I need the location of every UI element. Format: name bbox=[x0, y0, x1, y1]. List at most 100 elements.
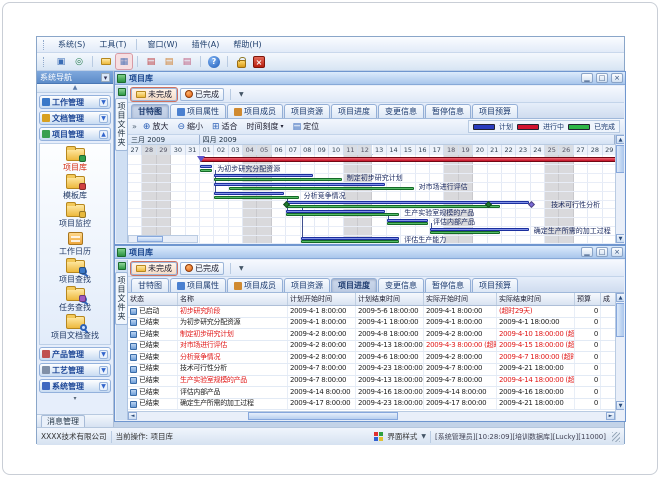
column-header-计划结束时间[interactable]: 计划结束时间 bbox=[356, 293, 424, 305]
chevron-down-icon[interactable]: ▼ bbox=[421, 433, 426, 440]
gantt-window-titlebar[interactable]: 项目库 ▁ □ × bbox=[115, 72, 625, 85]
exit-icon[interactable]: × bbox=[251, 54, 267, 69]
overflow-chevron-icon[interactable]: » bbox=[132, 122, 137, 131]
sidebar-collapse-button[interactable]: ▲ bbox=[37, 84, 113, 93]
filter-more-button[interactable]: ▼ bbox=[239, 91, 244, 98]
tab-project-folder[interactable]: 项目文件夹 bbox=[115, 272, 128, 325]
tab-项目预算[interactable]: 项目预算 bbox=[472, 104, 518, 118]
table-window-titlebar[interactable]: 项目库 ▁ □ × bbox=[115, 246, 625, 259]
table-row[interactable]: 已结束确定生产所需的加工过程2009-4-17 8:00:002009-4-23… bbox=[128, 399, 615, 411]
tool-定位[interactable]: ▤定位 bbox=[290, 120, 323, 133]
tab-project-folder[interactable]: 项目文件夹 bbox=[115, 98, 128, 151]
menubar-grip[interactable] bbox=[43, 40, 46, 50]
tab-变更信息[interactable]: 变更信息 bbox=[378, 278, 424, 292]
table-row[interactable]: 已结束评估内部产品2009-4-14 8:00:002009-4-16 18:0… bbox=[128, 387, 615, 399]
gantt-bar-actual[interactable] bbox=[229, 187, 414, 190]
chevron-down-icon[interactable]: ▼ bbox=[99, 382, 108, 391]
sidebar-group-1[interactable]: 工作管理▼ bbox=[39, 95, 111, 109]
gantt-horizontal-scrollbar[interactable] bbox=[128, 235, 198, 243]
column-header-成[interactable]: 成 bbox=[601, 293, 615, 305]
report-red-icon[interactable]: ▤ bbox=[143, 54, 159, 69]
menu-item-3[interactable]: 窗口(W) bbox=[140, 38, 184, 51]
sidebar-item-3[interactable]: 项目监控 bbox=[40, 203, 110, 230]
gantt-bar-actual[interactable] bbox=[286, 213, 399, 216]
close-button[interactable]: × bbox=[611, 247, 623, 257]
filter-未完成[interactable]: 未完成 bbox=[131, 262, 177, 275]
sidebar-item-5[interactable]: 项目查找 bbox=[40, 259, 110, 286]
table-row[interactable]: 已结束制定初步研究计划2009-4-2 8:00:002009-4-8 18:0… bbox=[128, 329, 615, 341]
filter-未完成[interactable]: 未完成 bbox=[131, 88, 177, 101]
chevron-down-icon[interactable]: ▼ bbox=[99, 350, 108, 359]
tab-项目成员[interactable]: 项目成员 bbox=[227, 104, 283, 118]
filter-已完成[interactable]: 已完成 bbox=[180, 262, 224, 275]
sidebar-group-3[interactable]: 项目管理▲ bbox=[39, 127, 111, 141]
table-row[interactable]: 已结束对市场进行评估2009-4-2 8:00:002009-4-13 18:0… bbox=[128, 341, 615, 353]
chevron-down-icon[interactable]: ▼ bbox=[99, 98, 108, 107]
table-row[interactable]: 已结束分析竞争情况2009-4-2 8:00:002009-4-6 18:00:… bbox=[128, 352, 615, 364]
tab-暂停信息[interactable]: 暂停信息 bbox=[425, 278, 471, 292]
sidebar-group-5[interactable]: 工艺管理▼ bbox=[39, 363, 111, 377]
gantt-bar-actual[interactable] bbox=[387, 222, 428, 225]
tab-项目预算[interactable]: 项目预算 bbox=[472, 278, 518, 292]
sidebar-item-7[interactable]: 项目文档查找 bbox=[40, 315, 110, 342]
gantt-bar-plan[interactable] bbox=[214, 174, 313, 177]
scrollbar-thumb[interactable] bbox=[616, 145, 624, 173]
tab-甘特图[interactable]: 甘特图 bbox=[131, 278, 169, 292]
tool-时间刻度[interactable]: 时间刻度▾ bbox=[244, 120, 287, 133]
gantt-bar-plan[interactable] bbox=[214, 192, 284, 195]
restore-button[interactable]: □ bbox=[596, 247, 608, 257]
tab-项目进度[interactable]: 项目进度 bbox=[331, 104, 377, 118]
tab-项目资源[interactable]: 项目资源 bbox=[284, 278, 330, 292]
scroll-up-arrow[interactable]: ▲ bbox=[616, 135, 624, 144]
tab-项目成员[interactable]: 项目成员 bbox=[227, 278, 283, 292]
tool-放大[interactable]: ⊕放大 bbox=[140, 120, 172, 133]
scrollbar-thumb[interactable] bbox=[248, 412, 398, 420]
sidebar-group-2[interactable]: 文档管理▼ bbox=[39, 111, 111, 125]
gantt-bar-plan[interactable] bbox=[214, 183, 385, 186]
gantt-bar-actual[interactable] bbox=[286, 205, 500, 208]
tab-甘特图[interactable]: 甘特图 bbox=[131, 104, 169, 118]
restore-button[interactable]: □ bbox=[596, 73, 608, 83]
column-header-计划开始时间[interactable]: 计划开始时间 bbox=[288, 293, 356, 305]
menu-item-4[interactable]: 插件(A) bbox=[185, 38, 227, 51]
gantt-bar-actual[interactable] bbox=[214, 178, 341, 181]
tab-变更信息[interactable]: 变更信息 bbox=[378, 104, 424, 118]
resize-grip[interactable] bbox=[612, 432, 620, 442]
menu-item-5[interactable]: 帮助(H) bbox=[226, 38, 268, 51]
sidebar-item-6[interactable]: 任务查找 bbox=[40, 287, 110, 314]
table-row[interactable]: 已结束为初步研究分配资源2009-4-1 8:00:002009-4-1 18:… bbox=[128, 318, 615, 330]
help-icon[interactable]: ? bbox=[206, 54, 222, 69]
tab-暂停信息[interactable]: 暂停信息 bbox=[425, 104, 471, 118]
column-header-实际开始时间[interactable]: 实际开始时间 bbox=[424, 293, 497, 305]
gantt-bar-plan[interactable] bbox=[200, 165, 212, 168]
close-button[interactable]: × bbox=[611, 73, 623, 83]
scroll-down-arrow[interactable]: ▼ bbox=[616, 401, 624, 410]
sidebar-item-1[interactable]: 项目库 bbox=[40, 147, 110, 174]
gantt-bar-plan[interactable] bbox=[286, 201, 529, 204]
table-row[interactable]: 已结束生产实验室规模的产品2009-4-7 8:00:002009-4-13 1… bbox=[128, 376, 615, 388]
sidebar-more-button[interactable]: ▾ bbox=[39, 395, 111, 403]
menu-item-1[interactable]: 系统(S) bbox=[51, 38, 92, 51]
computer-icon[interactable]: ▣ bbox=[53, 54, 69, 69]
tool-适合[interactable]: ⊞适合 bbox=[209, 120, 241, 133]
save-icon[interactable]: ▦ bbox=[116, 54, 132, 69]
globe-icon[interactable]: ◎ bbox=[71, 54, 87, 69]
filter-已完成[interactable]: 已完成 bbox=[180, 88, 224, 101]
column-header-状态[interactable]: 状态 bbox=[128, 293, 178, 305]
scrollbar-thumb[interactable] bbox=[137, 236, 163, 242]
report-pink-icon[interactable]: ▤ bbox=[179, 54, 195, 69]
chevron-down-icon[interactable]: ▼ bbox=[99, 366, 108, 375]
scroll-left-arrow[interactable]: ◄ bbox=[128, 412, 137, 420]
column-header-预算[interactable]: 预算 bbox=[575, 293, 601, 305]
sidebar-group-6[interactable]: 系统管理▼ bbox=[39, 379, 111, 393]
toolbar-grip[interactable] bbox=[43, 57, 46, 67]
gantt-vertical-scrollbar[interactable]: ▲ ▼ bbox=[615, 135, 624, 243]
tab-项目资源[interactable]: 项目资源 bbox=[284, 104, 330, 118]
gantt-bar-actual[interactable] bbox=[214, 196, 298, 199]
report-orange-icon[interactable]: ▤ bbox=[161, 54, 177, 69]
folder-icon[interactable] bbox=[98, 54, 114, 69]
tab-项目属性[interactable]: 项目属性 bbox=[170, 278, 226, 292]
scrollbar-thumb[interactable] bbox=[616, 303, 624, 337]
column-header-实际结束时间[interactable]: 实际结束时间 bbox=[497, 293, 575, 305]
scroll-right-arrow[interactable]: ► bbox=[606, 412, 615, 420]
